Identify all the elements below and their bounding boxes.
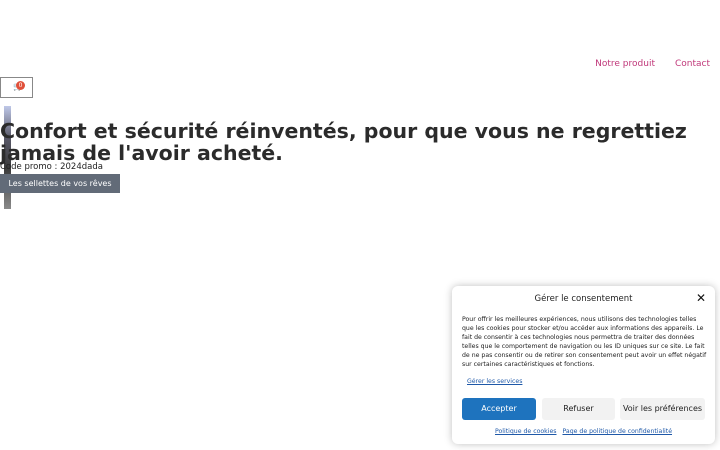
cookies-policy-link[interactable]: Politique de cookies [495,428,557,435]
page: Notre produit Contact 🛒 0 Confort et séc… [0,0,720,450]
privacy-policy-link[interactable]: Page de politique de confidentialité [562,428,672,435]
close-icon[interactable]: ✕ [696,292,706,304]
nav-item-notre-produit[interactable]: Notre produit [595,59,655,69]
preferences-button[interactable]: Voir les préférences [620,398,705,420]
manage-services-link[interactable]: Gérer les services [467,378,522,385]
consent-dialog: Gérer le consentement ✕ Pour offrir les … [452,286,715,444]
cta-button[interactable]: Les sellettes de vos rêves [0,174,120,193]
cart-button[interactable]: 🛒 0 [0,77,33,98]
main-nav: Notre produit Contact [595,59,710,69]
refuse-button[interactable]: Refuser [542,398,615,420]
promo-code: Code promo : 2024dada [0,162,103,172]
cart-count-badge: 0 [16,81,25,90]
accept-button[interactable]: Accepter [462,398,536,420]
hero-title: Confort et sécurité réinventés, pour que… [0,119,687,165]
consent-text: Pour offrir les meilleures expériences, … [462,316,707,368]
nav-item-contact[interactable]: Contact [675,59,710,69]
consent-footer-links: Politique de cookies Page de politique d… [452,428,715,435]
consent-title: Gérer le consentement [534,294,633,304]
